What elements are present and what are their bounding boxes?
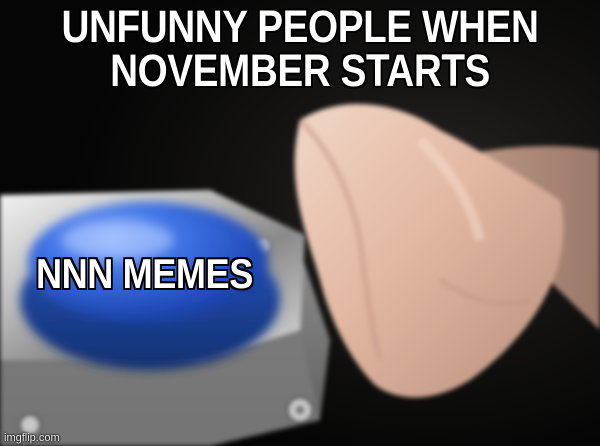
- button-caption: NNN MEMES: [36, 250, 253, 297]
- top-caption-line-1: UNFUNNY PEOPLE WHEN: [61, 1, 539, 52]
- imgflip-watermark: imgflip.com: [4, 432, 60, 444]
- top-caption-line-2: NOVEMBER STARTS: [110, 45, 490, 96]
- meme-image: UNFUNNY PEOPLE WHEN NOVEMBER STARTS NNN …: [0, 0, 600, 446]
